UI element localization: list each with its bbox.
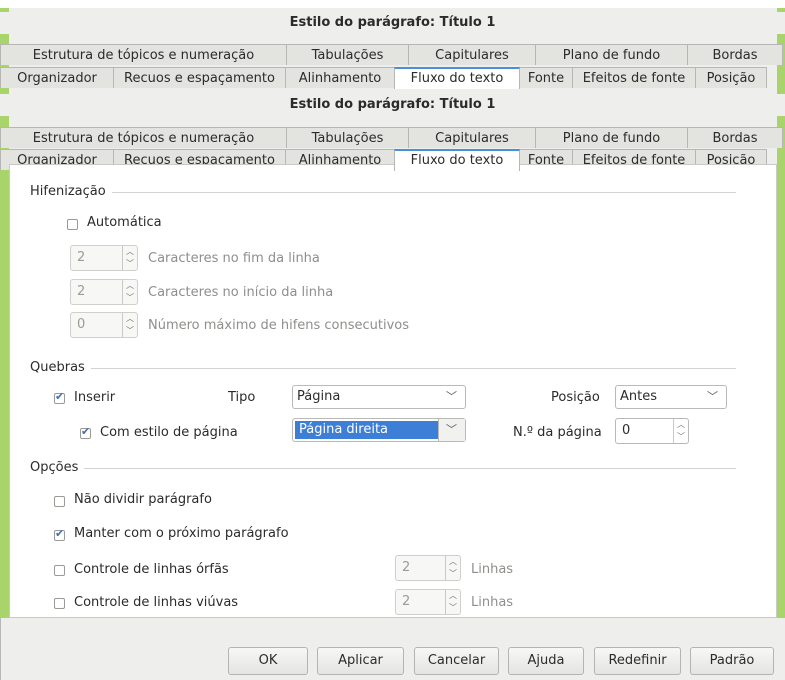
tab-drop-caps[interactable]: Capitulares [408,127,536,148]
tab-text-flow[interactable]: Fluxo do texto [394,67,520,89]
chevron-down-icon: ﹀ [707,390,718,403]
type-value: Página [297,389,341,404]
max-hyphens-spin[interactable]: 0 ︿ ﹀ [70,312,138,338]
page-style-checkbox[interactable] [80,425,91,439]
widow-spin[interactable]: 2 ︿ ﹀ [395,589,461,615]
orphan-checkbox[interactable] [54,565,65,576]
widow-value: 2 [402,594,411,609]
chars-end-spin[interactable]: 2 ︿ ﹀ [70,245,138,271]
tab-borders[interactable]: Bordas [687,127,783,148]
widow-label: Controle de linhas viúvas [74,595,239,610]
widow-checkbox[interactable] [54,598,65,609]
hyphenation-separator [30,192,736,193]
orphan-label: Controle de linhas órfãs [74,562,229,577]
tab-row-1: Estrutura de tópicos e numeração Tabulaç… [0,127,785,149]
chars-end-value: 2 [77,250,86,265]
tab-drop-caps[interactable]: Capitulares [408,44,536,65]
automatic-label: Automática [87,215,162,230]
tab-font[interactable]: Fonte [519,67,573,88]
spin-down-icon[interactable]: ﹀ [446,602,460,614]
chevron-down-icon: ﹀ [446,390,457,403]
spin-up-icon[interactable]: ︿ [123,280,137,292]
widow-unit: Linhas [471,595,514,610]
help-button[interactable]: Ajuda [508,647,584,675]
tab-row-1-ghost: Estrutura de tópicos e numeração Tabulaç… [0,44,785,66]
tab-text-flow[interactable]: Fluxo do texto [394,149,520,171]
page-style-value: Página direita [295,421,439,439]
page-style-label: Com estilo de página [100,425,238,440]
tab-background[interactable]: Plano de fundo [535,44,688,65]
tab-borders[interactable]: Bordas [687,44,783,65]
dont-split-checkbox[interactable] [54,496,65,507]
type-select[interactable]: Página ﹀ [292,385,466,409]
dont-split-label: Não dividir parágrafo [74,492,212,507]
tab-row-2-ghost: Organizador Recuos e espaçamento Alinham… [0,67,785,89]
apply-button[interactable]: Aplicar [317,647,404,675]
options-separator [30,468,736,469]
spin-down-icon[interactable]: ﹀ [123,292,137,304]
spin-up-icon[interactable]: ︿ [446,556,460,568]
reset-button[interactable]: Redefinir [594,647,681,675]
spin-up-icon[interactable]: ︿ [674,419,688,431]
tab-position[interactable]: Posição [695,67,767,88]
page-style-select[interactable]: Página direita ﹀ [292,418,466,442]
options-title: Opções [30,460,85,475]
tab-tabs[interactable]: Tabulações [286,127,409,148]
keep-with-next-label: Manter com o próximo parágrafo [74,526,289,541]
spin-down-icon[interactable]: ﹀ [123,325,137,337]
chars-start-label: Caracteres no início da linha [148,285,334,300]
spin-buttons: ︿ ﹀ [673,419,688,443]
position-value: Antes [620,389,658,404]
breaks-title: Quebras [30,360,91,375]
page-number-spin[interactable]: 0 ︿ ﹀ [615,418,689,444]
spin-buttons: ︿ ﹀ [445,590,460,614]
dialog-title: Estilo do parágrafo: Título 1 [0,94,785,116]
page-number-value: 0 [622,423,631,438]
chars-start-value: 2 [77,284,86,299]
tab-organizer[interactable]: Organizador [0,67,114,88]
tab-outline-numbering[interactable]: Estrutura de tópicos e numeração [0,127,287,148]
position-select[interactable]: Antes ﹀ [615,385,727,409]
tab-font-effects[interactable]: Efeitos de fonte [572,67,696,88]
orphan-value: 2 [402,560,411,575]
position-label: Posição [551,390,600,405]
spin-down-icon[interactable]: ﹀ [674,431,688,443]
type-label: Tipo [228,390,256,405]
spin-down-icon[interactable]: ﹀ [123,258,137,270]
chars-end-label: Caracteres no fim da linha [148,251,320,266]
standard-button[interactable]: Padrão [690,647,774,675]
hyphenation-title: Hifenização [30,184,112,199]
insert-checkbox[interactable] [54,390,65,404]
cancel-button[interactable]: Cancelar [414,647,499,675]
spin-up-icon[interactable]: ︿ [123,246,137,258]
page-number-label: N.º da página [513,425,602,440]
keep-with-next-checkbox[interactable] [54,527,65,541]
max-hyphens-value: 0 [77,317,86,332]
spin-down-icon[interactable]: ﹀ [446,568,460,580]
spin-buttons: ︿ ﹀ [122,246,137,270]
spin-buttons: ︿ ﹀ [122,313,137,337]
spin-buttons: ︿ ﹀ [445,556,460,580]
tab-indents-spacing[interactable]: Recuos e espaçamento [113,67,286,88]
background-document-text [0,0,785,8]
chevron-down-icon: ﹀ [446,423,457,436]
spin-buttons: ︿ ﹀ [122,280,137,304]
tab-background[interactable]: Plano de fundo [535,127,688,148]
ok-button[interactable]: OK [228,647,308,675]
automatic-checkbox[interactable] [67,219,78,230]
breaks-separator [30,368,736,369]
chars-start-spin[interactable]: 2 ︿ ﹀ [70,279,138,305]
orphan-spin[interactable]: 2 ︿ ﹀ [395,555,461,581]
dialog-title-ghost: Estilo do parágrafo: Título 1 [0,12,785,34]
max-hyphens-label: Número máximo de hifens consecutivos [148,318,410,333]
tab-outline-numbering[interactable]: Estrutura de tópicos e numeração [0,44,287,65]
insert-label: Inserir [74,390,116,405]
spin-up-icon[interactable]: ︿ [446,590,460,602]
orphan-unit: Linhas [471,562,514,577]
tab-alignment[interactable]: Alinhamento [285,67,395,88]
spin-up-icon[interactable]: ︿ [123,313,137,325]
tab-tabs[interactable]: Tabulações [286,44,409,65]
